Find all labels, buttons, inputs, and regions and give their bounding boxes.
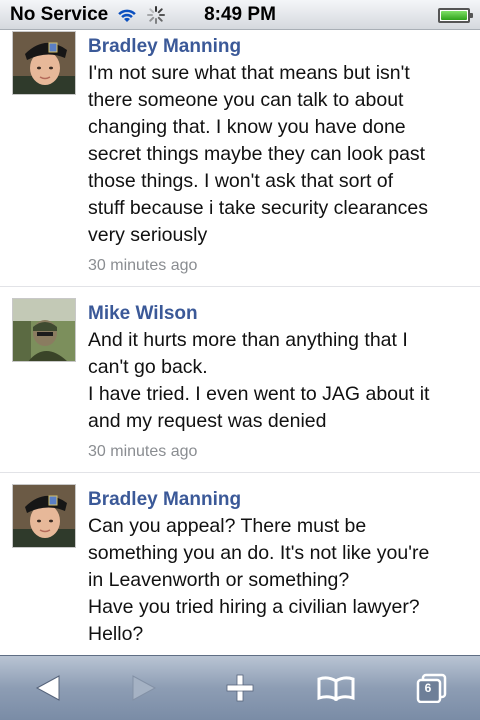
- message-feed[interactable]: Bradley Manning I'm not sure what that m…: [0, 30, 480, 655]
- avatar[interactable]: [12, 484, 76, 548]
- status-bar: No Service 8:49 PM: [0, 0, 480, 30]
- message-text: Can you appeal? There must be something …: [88, 515, 430, 645]
- plus-icon: [226, 674, 254, 702]
- message-item: Bradley Manning Can you appeal? There mu…: [0, 473, 480, 655]
- message-item: Bradley Manning I'm not sure what that m…: [0, 30, 480, 287]
- timestamp: 30 minutes ago: [88, 257, 198, 274]
- message-text: And it hurts more than anything that I c…: [88, 329, 430, 432]
- carrier-label: No Service: [10, 3, 109, 25]
- avatar[interactable]: [12, 298, 76, 362]
- message-item: Mike Wilson And it hurts more than anyth…: [0, 287, 480, 473]
- activity-spinner-icon: [146, 5, 166, 25]
- status-carrier-group: No Service: [10, 4, 166, 26]
- tab-count: 6: [424, 681, 432, 695]
- add-bookmark-button[interactable]: [210, 663, 270, 713]
- browser-toolbar: 6: [0, 655, 480, 720]
- author-name[interactable]: Mike Wilson: [88, 301, 468, 326]
- forward-button[interactable]: [114, 663, 174, 713]
- tabs-button[interactable]: 6: [402, 663, 462, 713]
- author-name[interactable]: Bradley Manning: [88, 34, 468, 59]
- bookmarks-button[interactable]: [306, 663, 366, 713]
- back-button[interactable]: [18, 663, 78, 713]
- timestamp: 30 minutes ago: [88, 443, 198, 460]
- message-text: I'm not sure what that means but isn't t…: [88, 62, 428, 246]
- book-icon: [317, 676, 355, 701]
- wifi-icon: [116, 7, 138, 23]
- avatar[interactable]: [12, 31, 76, 95]
- battery-icon: [438, 8, 473, 23]
- message-body: Mike Wilson And it hurts more than anyth…: [88, 298, 468, 472]
- back-arrow-icon: [35, 675, 60, 701]
- forward-arrow-icon: [132, 675, 157, 701]
- message-body: Bradley Manning Can you appeal? There mu…: [88, 484, 468, 655]
- author-name[interactable]: Bradley Manning: [88, 487, 468, 512]
- message-body: Bradley Manning I'm not sure what that m…: [88, 31, 468, 286]
